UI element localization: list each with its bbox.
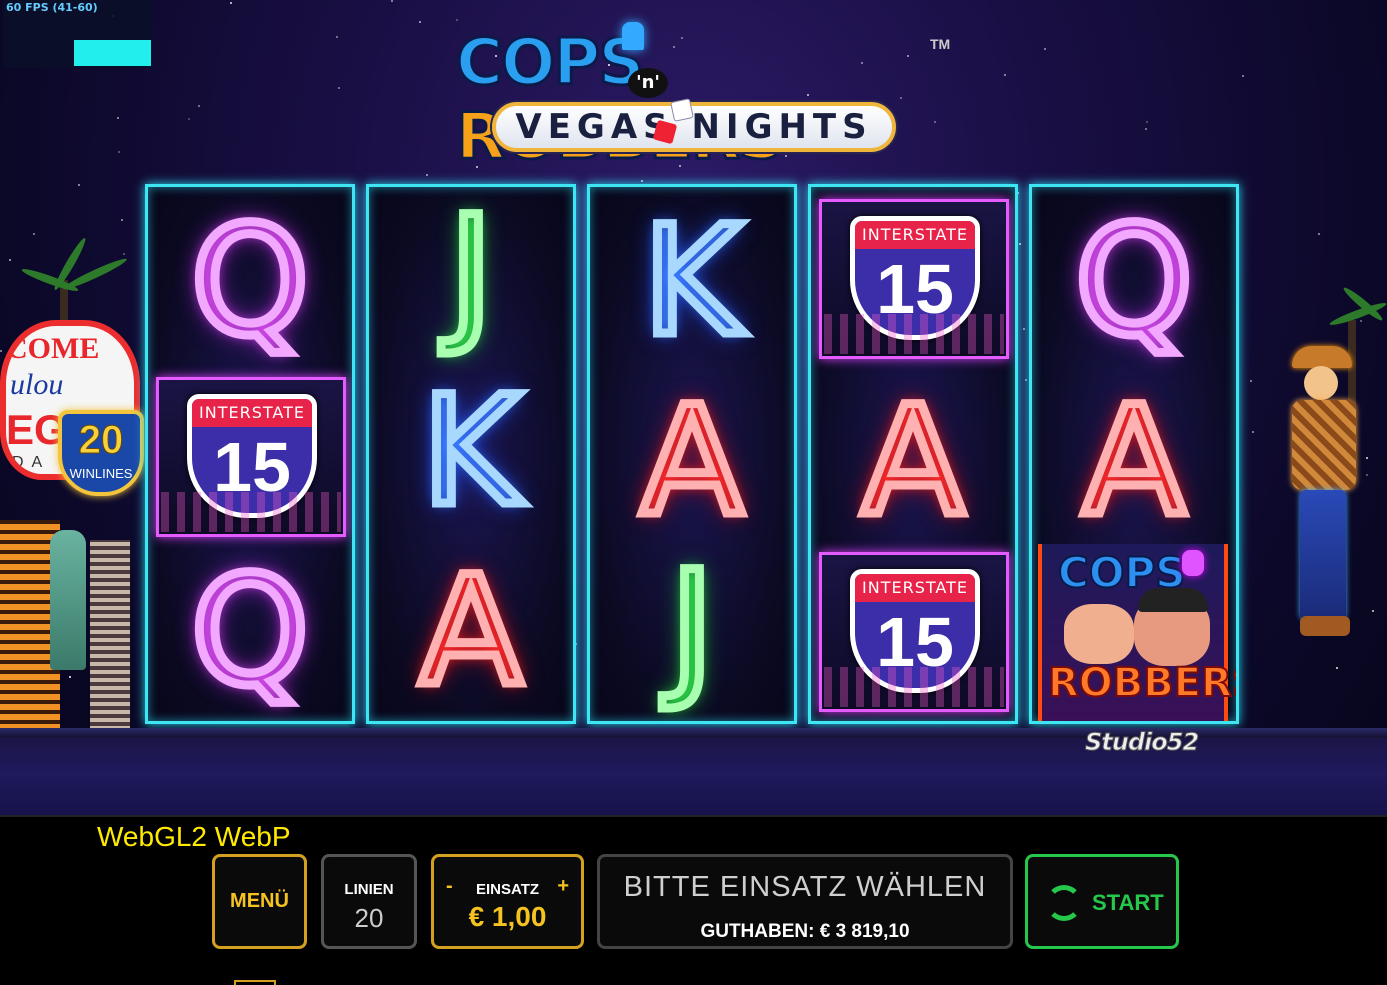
cowboy-jeans: [1300, 490, 1346, 620]
symbol-interstate-15: INTERSTATE 15: [156, 377, 346, 537]
reel-2: J K A: [366, 184, 576, 724]
symbol-j: J: [665, 540, 718, 714]
left-scenery: COME ulou EG DA 20 WINLINES: [0, 236, 150, 730]
reel-4: INTERSTATE 15 A INTERSTATE 15: [808, 184, 1018, 724]
cop-cap: [1138, 588, 1208, 612]
symbol-q: Q: [186, 195, 313, 369]
dice-icon: [670, 98, 694, 122]
statue-of-liberty-icon: [50, 530, 86, 670]
winlines-badge: 20 WINLINES: [58, 410, 144, 496]
spin-arrows-icon: [1046, 885, 1082, 921]
symbol-a: A: [415, 545, 527, 719]
reel-1: Q INTERSTATE 15 Q: [145, 184, 355, 724]
symbol-interstate-15: INTERSTATE 15: [819, 552, 1009, 712]
star: [198, 105, 200, 107]
logo-subtitle: VEGAS NIGHTS: [492, 102, 896, 152]
siren-icon: [1182, 550, 1204, 576]
star: [1044, 48, 1046, 50]
star: [33, 233, 35, 235]
star: [336, 36, 338, 38]
star: [1025, 379, 1027, 381]
bet-selector[interactable]: - EINSATZ + € 1,00: [431, 854, 584, 949]
sign-text-fabulous: ulou: [10, 368, 64, 401]
game-logo: COPSROBBERS 'n' TM VEGAS NIGHTS: [450, 20, 951, 176]
star: [1145, 128, 1147, 130]
symbol-j: J: [444, 185, 497, 359]
balance-display: GUTHABEN: € 3 819,10: [700, 921, 910, 942]
reel-3: K A J: [587, 184, 797, 724]
skyline: [161, 492, 341, 532]
sign-text-welcome: COME: [6, 332, 100, 365]
symbol-q: Q: [186, 545, 313, 719]
interstate-label: INTERSTATE: [855, 574, 975, 602]
control-bar: WebGL2 WebP MENÜ LINIEN 20 - EINSATZ + €…: [0, 815, 1387, 985]
symbol-interstate-15: INTERSTATE 15: [819, 199, 1009, 359]
star: [1019, 243, 1021, 245]
lines-button[interactable]: LINIEN 20: [321, 854, 417, 949]
renderer-info: WebGL2 WebP: [97, 821, 291, 852]
lines-value: 20: [354, 903, 384, 933]
star: [1023, 328, 1025, 330]
star: [121, 219, 123, 221]
sign-text-nevada: DA: [12, 454, 51, 471]
bet-value: € 1,00: [468, 901, 547, 932]
star: [338, 87, 340, 89]
star: [641, 180, 643, 182]
interstate-label: INTERSTATE: [192, 399, 312, 427]
bet-increase-button[interactable]: +: [557, 875, 569, 898]
skyline: [824, 314, 1004, 354]
winlines-label: WINLINES: [69, 466, 133, 481]
winlines-number: 20: [78, 418, 124, 463]
vegas-vic-cowboy: [1286, 340, 1366, 640]
siren-icon: [622, 22, 644, 50]
menu-button[interactable]: MENÜ: [212, 854, 307, 949]
skyline: [824, 667, 1004, 707]
symbol-k: K: [417, 365, 524, 539]
symbol-q: Q: [1070, 195, 1197, 369]
symbol-k: K: [638, 195, 745, 369]
fps-graph-bar: [74, 40, 151, 66]
cowboy-hat: [1292, 346, 1352, 368]
star: [426, 174, 428, 176]
symbol-a: A: [636, 375, 748, 549]
symbol-a: A: [857, 375, 969, 549]
lines-label: LINIEN: [344, 881, 394, 898]
star: [1318, 233, 1320, 235]
star: [1242, 75, 1244, 77]
cowboy-shirt: [1292, 400, 1356, 490]
trademark: TM: [930, 36, 951, 52]
interstate-label: INTERSTATE: [855, 221, 975, 249]
game-stage: 60 FPS (41-60) COPSROBBERS 'n' TM VEGAS …: [0, 0, 1387, 985]
robber-face: [1064, 604, 1134, 664]
logo-cops: COPS: [454, 25, 645, 102]
symbol-a: A: [1078, 375, 1190, 549]
reel-5: Q A COPS ROBBERS: [1029, 184, 1239, 724]
star: [78, 184, 80, 186]
cowboy-head: [1304, 366, 1338, 400]
start-button[interactable]: START: [1025, 854, 1179, 949]
start-label: START: [1092, 890, 1164, 915]
logo-n: 'n': [628, 68, 668, 98]
cnr-robbers-text: ROBBERS: [1047, 659, 1236, 707]
studio-logo: Studio52: [1084, 728, 1199, 757]
bottom-tab-handle[interactable]: [234, 980, 276, 985]
star: [419, 21, 421, 23]
star: [1004, 74, 1006, 76]
star: [188, 118, 190, 120]
fps-panel: 60 FPS (41-60): [3, 0, 152, 68]
star: [391, 0, 393, 2]
star: [230, 2, 232, 4]
star: [1146, 121, 1148, 123]
cowboy-boots: [1300, 616, 1350, 636]
right-scenery: [1238, 280, 1387, 730]
star: [118, 151, 120, 153]
message-panel: BITTE EINSATZ WÄHLEN GUTHABEN: € 3 819,1…: [597, 854, 1013, 949]
status-message: BITTE EINSATZ WÄHLEN: [623, 871, 987, 903]
fps-counter: 60 FPS (41-60): [6, 1, 98, 14]
star: [117, 117, 119, 119]
tower-building: [90, 540, 130, 730]
symbol-cops-n-robbers: COPS ROBBERS: [1038, 544, 1236, 721]
